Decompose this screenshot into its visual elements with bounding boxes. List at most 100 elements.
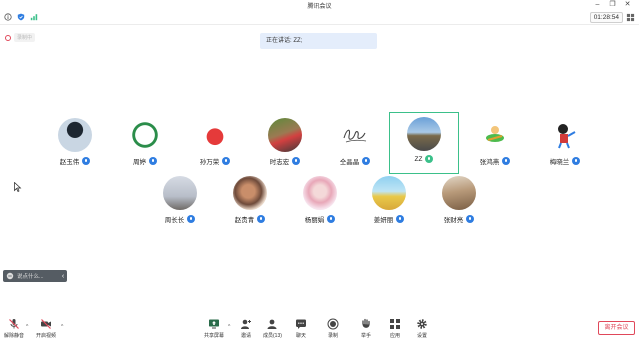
chat-bubble-icon bbox=[6, 272, 14, 280]
members-button[interactable]: 成员(13) bbox=[263, 318, 282, 339]
raise-hand-icon bbox=[362, 318, 370, 328]
members-label: 成员(13) bbox=[263, 333, 282, 339]
participant-tile-active-speaker[interactable]: ZZ bbox=[389, 112, 459, 174]
apps-button[interactable]: 应用 bbox=[389, 318, 401, 339]
shield-icon[interactable] bbox=[17, 13, 25, 21]
participant-tile[interactable]: 张鸿燕 bbox=[460, 114, 530, 176]
mic-icon[interactable] bbox=[396, 215, 405, 223]
participant-tile[interactable]: 梅晓兰 bbox=[530, 114, 600, 176]
participant-name: 周长长 bbox=[164, 217, 185, 224]
mouse-cursor-icon bbox=[14, 182, 22, 192]
start-video-button[interactable]: 开启视频 bbox=[36, 318, 56, 339]
mic-icon[interactable] bbox=[82, 157, 91, 165]
participant-name: 张财亮 bbox=[443, 217, 464, 224]
gear-icon bbox=[417, 319, 427, 329]
mic-icon[interactable] bbox=[362, 157, 371, 165]
mic-icon[interactable] bbox=[572, 157, 581, 165]
participant-name: 赵贵青 bbox=[234, 217, 255, 224]
avatar bbox=[338, 118, 372, 152]
participant-tile[interactable]: 仝晶晶 bbox=[320, 114, 390, 176]
chat-label: 聊天 bbox=[295, 333, 306, 339]
avatar bbox=[233, 176, 267, 210]
info-icon[interactable] bbox=[4, 13, 12, 21]
mic-muted-icon bbox=[9, 319, 19, 329]
members-icon bbox=[267, 319, 277, 329]
chat-placeholder: 说点什么... bbox=[17, 274, 44, 280]
mic-icon[interactable] bbox=[222, 157, 231, 165]
recording-indicator: 录制中 bbox=[5, 33, 36, 42]
participant-name: 孙万荣 bbox=[199, 159, 220, 166]
invite-icon bbox=[241, 319, 251, 329]
participant-tile[interactable]: 周长长 bbox=[145, 172, 215, 234]
share-screen-button[interactable]: 共享屏幕 bbox=[204, 318, 224, 339]
participant-name: 时志宏 bbox=[269, 159, 290, 166]
settings-label: 设置 bbox=[416, 333, 427, 339]
collapse-chevron-icon[interactable]: ‹ bbox=[59, 273, 67, 280]
participant-name: 姜妍丽 bbox=[373, 217, 394, 224]
title-bar: 腾讯会议 bbox=[0, 0, 639, 10]
avatar bbox=[478, 118, 512, 152]
participant-tile[interactable]: 姜妍丽 bbox=[354, 172, 424, 234]
mic-icon[interactable] bbox=[292, 157, 301, 165]
avatar bbox=[442, 176, 476, 210]
participant-name: 张鸿燕 bbox=[479, 159, 500, 166]
mic-icon[interactable] bbox=[327, 215, 336, 223]
share-screen-icon bbox=[209, 319, 219, 329]
share-options-caret-icon[interactable]: ^ bbox=[228, 324, 230, 330]
avatar bbox=[128, 118, 162, 152]
participant-name: 杨丽娟 bbox=[304, 217, 325, 224]
mic-icon[interactable] bbox=[187, 215, 196, 223]
avatar bbox=[548, 118, 582, 152]
gallery-view-icon[interactable] bbox=[626, 13, 635, 22]
camera-off-icon bbox=[41, 319, 51, 329]
avatar bbox=[303, 176, 337, 210]
mic-icon[interactable] bbox=[257, 215, 266, 223]
mic-active-icon[interactable] bbox=[425, 155, 434, 163]
invite-label: 邀请 bbox=[240, 333, 251, 339]
settings-button[interactable]: 设置 bbox=[416, 318, 428, 339]
status-bar: 01:28:54 bbox=[0, 11, 639, 25]
mic-icon[interactable] bbox=[502, 157, 511, 165]
cartoon-image bbox=[558, 124, 576, 149]
participant-tile[interactable]: 孙万荣 bbox=[180, 114, 250, 176]
participant-name: 仝晶晶 bbox=[339, 159, 360, 166]
close-icon[interactable]: ✕ bbox=[620, 0, 635, 10]
participant-tile[interactable]: 周婷 bbox=[110, 114, 180, 176]
apps-icon bbox=[390, 319, 400, 329]
meeting-timer: 01:28:54 bbox=[589, 12, 623, 23]
minimize-icon[interactable]: – bbox=[590, 0, 605, 10]
participant-tile[interactable]: 杨丽娟 bbox=[285, 172, 355, 234]
mic-icon[interactable] bbox=[466, 215, 475, 223]
speaking-banner: 正在讲话: ZZ; bbox=[260, 33, 377, 49]
chat-icon bbox=[296, 319, 306, 329]
mic-icon[interactable] bbox=[149, 157, 157, 165]
unmute-button[interactable]: 解除静音 bbox=[4, 318, 24, 339]
invite-button[interactable]: 邀请 bbox=[240, 318, 252, 339]
participant-name: ZZ bbox=[414, 155, 423, 163]
participant-tile[interactable]: 时志宏 bbox=[250, 114, 320, 176]
participant-tile[interactable]: 赵贵青 bbox=[215, 172, 285, 234]
participant-tile[interactable]: 赵玉伟 bbox=[40, 114, 110, 176]
chat-button[interactable]: 聊天 bbox=[295, 318, 307, 339]
avatar bbox=[372, 176, 406, 210]
window-controls: – ❐ ✕ bbox=[590, 0, 635, 10]
cartoon-image bbox=[486, 126, 504, 142]
record-button[interactable]: 录制 bbox=[327, 318, 339, 339]
leave-meeting-button[interactable]: 离开会议 bbox=[598, 321, 635, 335]
avatar bbox=[163, 176, 197, 210]
participant-name: 周婷 bbox=[133, 159, 146, 166]
apps-label: 应用 bbox=[389, 333, 400, 339]
audio-options-caret-icon[interactable]: ^ bbox=[26, 324, 28, 330]
share-screen-label: 共享屏幕 bbox=[204, 333, 225, 339]
meeting-window: 腾讯会议 – ❐ ✕ 01:28:54 录制中 正在讲话: ZZ; 赵玉伟 周婷… bbox=[0, 0, 639, 342]
avatar bbox=[198, 118, 232, 152]
recording-label: 录制中 bbox=[14, 33, 36, 42]
restore-icon[interactable]: ❐ bbox=[605, 0, 620, 10]
participant-tile[interactable]: 张财亮 bbox=[424, 172, 494, 234]
record-dot-icon bbox=[5, 34, 11, 41]
raise-hand-button[interactable]: 举手 bbox=[360, 318, 372, 339]
avatar bbox=[268, 118, 302, 152]
chat-input-pill[interactable]: 说点什么... ‹ bbox=[3, 270, 67, 282]
raise-hand-label: 举手 bbox=[360, 333, 371, 339]
video-options-caret-icon[interactable]: ^ bbox=[61, 324, 63, 330]
